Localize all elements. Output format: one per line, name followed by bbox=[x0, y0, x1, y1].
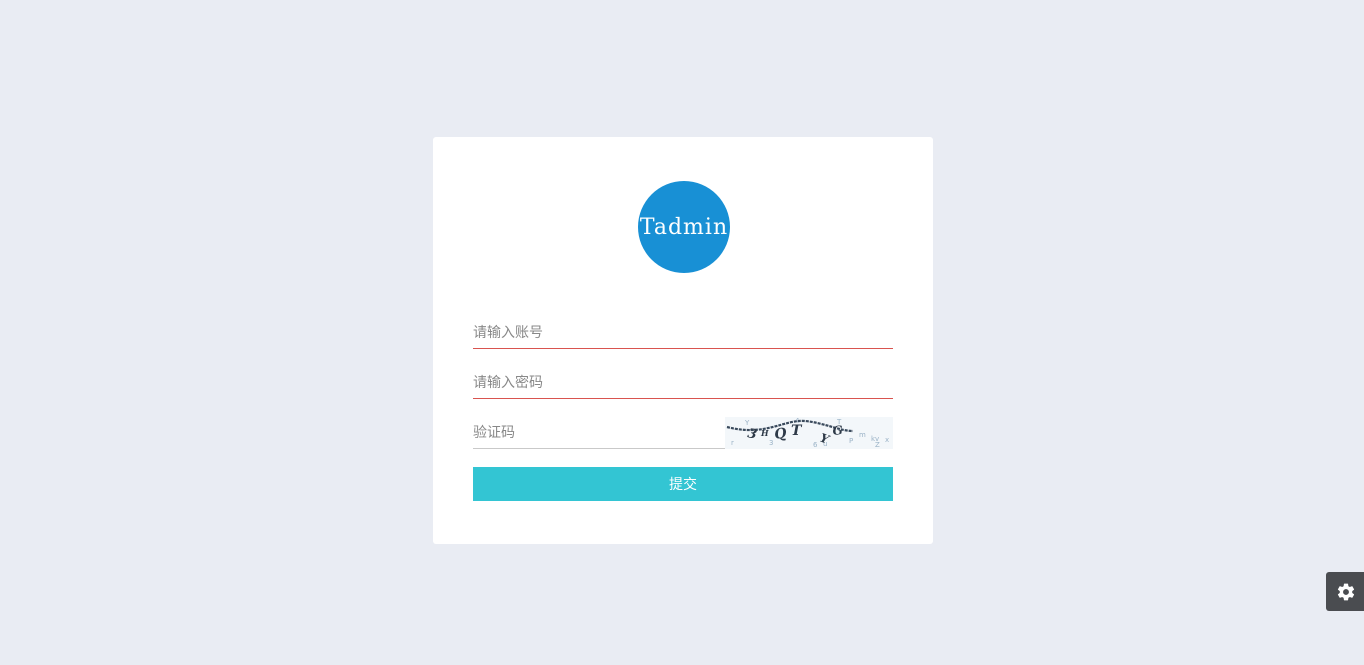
captcha-field-wrapper bbox=[473, 418, 725, 450]
svg-text:3: 3 bbox=[769, 439, 773, 447]
svg-text:m: m bbox=[859, 431, 866, 439]
captcha-input[interactable] bbox=[473, 418, 725, 449]
logo: Tadmin bbox=[638, 181, 730, 273]
captcha-graphic: r Y 3 4 u T P m kv x Z 6 3 H Q T Y G bbox=[726, 417, 889, 449]
svg-text:x: x bbox=[885, 436, 889, 444]
password-input[interactable] bbox=[473, 368, 893, 399]
account-input[interactable] bbox=[473, 318, 893, 349]
svg-text:Z: Z bbox=[875, 441, 880, 449]
svg-text:P: P bbox=[849, 437, 853, 445]
gear-icon bbox=[1337, 583, 1355, 600]
login-card: Tadmin r Y 3 4 u T P m kv x Z 6 bbox=[433, 137, 933, 544]
svg-text:G: G bbox=[832, 423, 844, 438]
svg-text:3: 3 bbox=[746, 426, 758, 443]
password-field-wrapper bbox=[473, 368, 893, 400]
svg-text:6: 6 bbox=[813, 441, 818, 449]
logo-text: Tadmin bbox=[639, 214, 729, 240]
captcha-image[interactable]: r Y 3 4 u T P m kv x Z 6 3 H Q T Y G bbox=[725, 417, 893, 449]
svg-text:H: H bbox=[760, 428, 769, 438]
account-field-wrapper bbox=[473, 318, 893, 350]
svg-text:r: r bbox=[731, 439, 734, 447]
svg-text:Q: Q bbox=[773, 425, 787, 443]
submit-button[interactable]: 提交 bbox=[473, 467, 893, 501]
settings-button[interactable] bbox=[1326, 572, 1364, 611]
svg-text:Y: Y bbox=[818, 431, 832, 448]
svg-text:T: T bbox=[791, 423, 803, 439]
